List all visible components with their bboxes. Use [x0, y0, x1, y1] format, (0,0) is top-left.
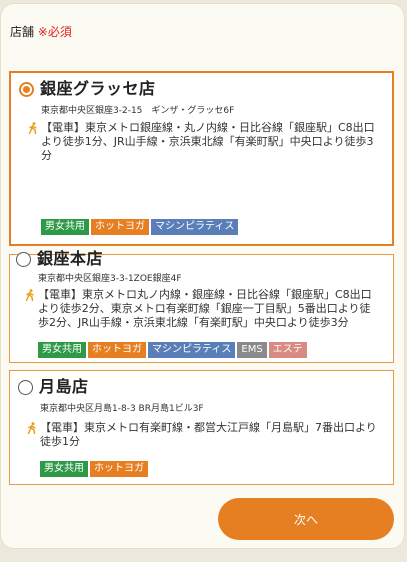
- walking-person-icon: [27, 422, 36, 434]
- store-card-ginza-honten-content[interactable]: 銀座本店 東京都中央区銀座3-3-1ZOE銀座4F 【電車】東京メトロ丸ノ内線・…: [8, 249, 393, 365]
- tag-hot-yoga: ホットヨガ: [91, 219, 149, 235]
- store-name: 銀座グラッセ店: [40, 79, 156, 98]
- store-tags: 男女共用 ホットヨガ: [40, 461, 384, 477]
- store-card-header[interactable]: 銀座本店: [16, 249, 103, 269]
- store-card-ginza-glasse[interactable]: 銀座グラッセ店 東京都中央区銀座3-2-15 ギンザ・グラッセ6F 【電車】東京…: [9, 71, 394, 246]
- store-tags: 男女共用 ホットヨガ マシンピラティス: [41, 219, 385, 235]
- tag-ems: EMS: [237, 342, 267, 358]
- tag-unisex: 男女共用: [41, 219, 89, 235]
- tag-machine-pilates: マシンピラティス: [148, 342, 236, 358]
- store-field-label: 店舗 ※必須: [10, 25, 72, 39]
- store-name: 銀座本店: [37, 249, 104, 268]
- access-text: 【電車】東京メトロ丸ノ内線・銀座線・日比谷線「銀座駅」C8出口より徒歩2分、東京…: [38, 288, 372, 329]
- required-mark: ※必須: [37, 25, 72, 39]
- radio-unchecked-icon[interactable]: [16, 251, 31, 267]
- store-address: 東京都中央区銀座3-2-15 ギンザ・グラッセ6F: [41, 106, 235, 116]
- access-text: 【電車】東京メトロ有楽町線・都営大江戸線「月島駅」7番出口より徒歩1分: [40, 421, 377, 448]
- store-card-header[interactable]: 銀座グラッセ店: [19, 79, 156, 99]
- store-card-header[interactable]: 月島店: [18, 377, 89, 397]
- walking-person-icon: [25, 289, 34, 301]
- walking-person-icon: [28, 122, 37, 134]
- access-text: 【電車】東京メトロ銀座線・丸ノ内線・日比谷線「銀座駅」C8出口より徒歩1分、JR…: [41, 121, 375, 162]
- store-access: 【電車】東京メトロ銀座線・丸ノ内線・日比谷線「銀座駅」C8出口より徒歩1分、JR…: [28, 121, 383, 163]
- tag-unisex: 男女共用: [40, 461, 88, 477]
- tag-hot-yoga: ホットヨガ: [90, 461, 148, 477]
- radio-unchecked-icon[interactable]: [18, 379, 33, 395]
- store-access: 【電車】東京メトロ有楽町線・都営大江戸線「月島駅」7番出口より徒歩1分: [27, 421, 382, 449]
- store-address: 東京都中央区銀座3-3-1ZOE銀座4F: [38, 274, 182, 284]
- store-name: 月島店: [39, 377, 89, 396]
- tag-unisex: 男女共用: [38, 342, 86, 358]
- tag-machine-pilates: マシンピラティス: [151, 219, 239, 235]
- store-card-tsukishima[interactable]: 月島店 東京都中央区月島1-8-3 BR月島1ビル3F 【電車】東京メトロ有楽町…: [9, 370, 394, 485]
- tag-hot-yoga: ホットヨガ: [88, 342, 146, 358]
- store-access: 【電車】東京メトロ丸ノ内線・銀座線・日比谷線「銀座駅」C8出口より徒歩2分、東京…: [25, 288, 380, 330]
- radio-checked-icon[interactable]: [19, 81, 34, 97]
- store-label-text: 店舗: [10, 25, 35, 39]
- tag-esthe: エステ: [268, 342, 307, 358]
- next-button[interactable]: 次へ: [218, 498, 394, 540]
- store-address: 東京都中央区月島1-8-3 BR月島1ビル3F: [40, 404, 204, 414]
- store-tags: 男女共用 ホットヨガ マシンピラティス EMS エステ: [38, 342, 382, 358]
